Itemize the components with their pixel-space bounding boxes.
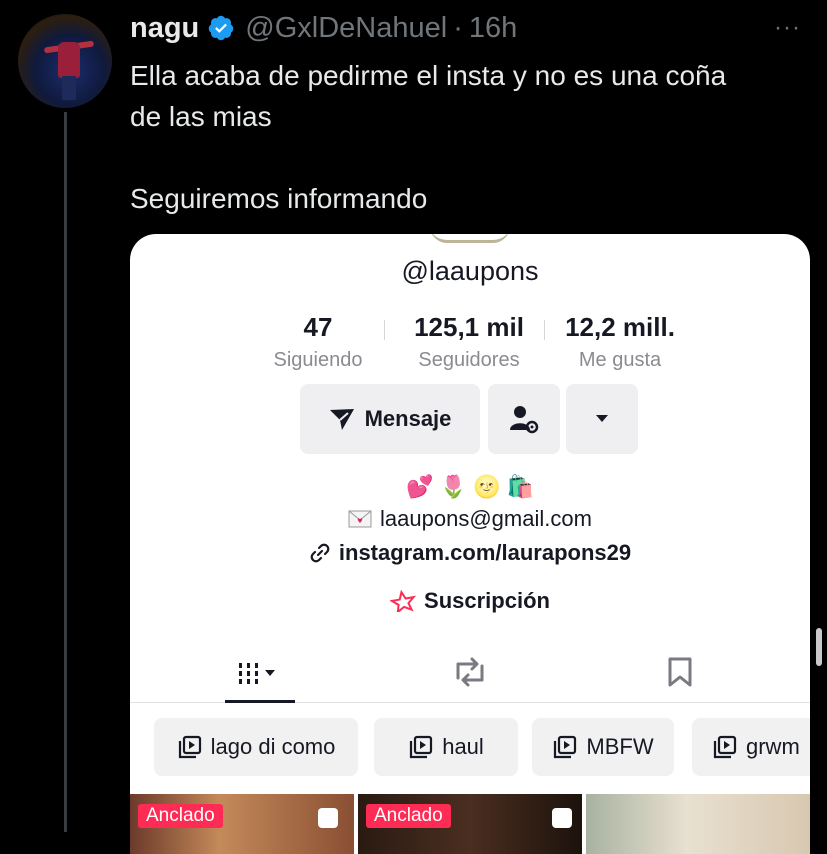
video-thumbnail[interactable]: Anclado <box>358 794 582 854</box>
subscription-star-icon <box>390 590 417 612</box>
user-settings-icon <box>510 406 539 434</box>
more-dropdown-button[interactable] <box>566 384 638 454</box>
stat-divider <box>544 320 545 340</box>
stat-followers[interactable]: 125,1 mil Seguidores <box>398 312 540 372</box>
caret-down-icon <box>596 415 608 422</box>
video-thumbnail[interactable] <box>586 794 810 854</box>
playlist-chip-label: lago di como <box>210 734 336 759</box>
playlist-icon <box>713 735 737 759</box>
playlist-chip[interactable]: grwm <box>692 718 810 776</box>
tweet-media-screenshot[interactable]: @laaupons 47 Siguiendo 125,1 mil Seguido… <box>130 234 810 854</box>
handle[interactable]: @GxlDeNahuel <box>245 12 447 45</box>
send-icon <box>329 409 354 430</box>
stat-followers-value: 125,1 mil <box>414 312 524 342</box>
emoji: 🌝 <box>473 474 501 499</box>
subscription-link[interactable]: Suscripción <box>130 588 810 614</box>
avatar[interactable] <box>18 14 112 108</box>
avatar-figure-legs <box>62 76 76 100</box>
scrollbar[interactable] <box>816 628 822 666</box>
envelope-heart-icon <box>348 510 372 528</box>
stat-likes[interactable]: 12,2 mill. Me gusta <box>554 312 686 372</box>
tweet-text: Ella acaba de pedirme el insta y no es u… <box>130 60 727 214</box>
profile-avatar-edge <box>430 234 510 243</box>
stat-divider <box>384 320 385 340</box>
user-settings-button[interactable] <box>488 384 560 454</box>
emoji: 🛍️ <box>506 474 534 499</box>
stat-likes-label: Me gusta <box>578 349 662 371</box>
message-button[interactable]: Mensaje <box>300 384 480 454</box>
playlist-chip-label: grwm <box>746 734 800 759</box>
playlist-chip[interactable]: haul <box>374 718 518 776</box>
more-options-icon[interactable]: ··· <box>774 14 801 42</box>
playlist-chip-label: MBFW <box>586 734 654 759</box>
verified-badge-icon <box>209 15 234 41</box>
separator-dot: · <box>453 11 463 44</box>
emoji: 🌷 <box>439 474 467 499</box>
subscription-label: Suscripción <box>424 588 550 613</box>
stat-following[interactable]: 47 Siguiendo <box>268 312 368 372</box>
playlist-chip-label: haul <box>442 734 484 759</box>
stat-following-label: Siguiendo <box>273 349 363 371</box>
playlist-chip[interactable]: MBFW <box>532 718 674 776</box>
bio-email: laaupons@gmail.com <box>130 506 810 532</box>
stat-following-value: 47 <box>303 312 333 342</box>
timestamp[interactable]: 16h <box>469 12 517 45</box>
playlist-chip[interactable]: lago di como <box>154 718 358 776</box>
thread-line <box>64 112 67 832</box>
profile-username: @laaupons <box>401 256 539 286</box>
playlist-icon <box>410 735 433 759</box>
bio-link-text: instagram.com/laurapons29 <box>338 540 632 565</box>
bio-emojis: 💕 🌷 🌝 🛍️ <box>130 474 810 500</box>
playlist-icon <box>554 735 577 759</box>
playlist-icon <box>178 735 201 759</box>
pinned-badge: Anclado <box>138 804 223 828</box>
tab-videos[interactable] <box>220 642 300 703</box>
repost-icon <box>456 657 484 687</box>
carousel-icon <box>318 808 338 828</box>
emoji: 💕 <box>406 474 434 499</box>
tab-reposts[interactable] <box>430 642 510 702</box>
stat-followers-label: Seguidores <box>418 349 520 371</box>
video-thumbnail[interactable]: Anclado <box>130 794 354 854</box>
carousel-icon <box>552 808 572 828</box>
bio-link[interactable]: instagram.com/laurapons29 <box>130 540 810 566</box>
pinned-badge: Anclado <box>366 804 451 828</box>
tab-saved[interactable] <box>640 642 720 702</box>
avatar-figure <box>58 42 80 78</box>
bio-email-text: laaupons@gmail.com <box>380 506 592 531</box>
bookmark-icon <box>668 657 692 687</box>
grid-dropdown-icon <box>239 663 275 684</box>
tweet-header: nagu @GxlDeNahuel · 16h <box>130 12 517 44</box>
display-name[interactable]: nagu <box>130 12 199 45</box>
stat-likes-value: 12,2 mill. <box>565 312 675 342</box>
profile-tabs <box>130 642 810 703</box>
message-button-label: Mensaje <box>364 406 452 431</box>
link-icon <box>310 543 330 563</box>
